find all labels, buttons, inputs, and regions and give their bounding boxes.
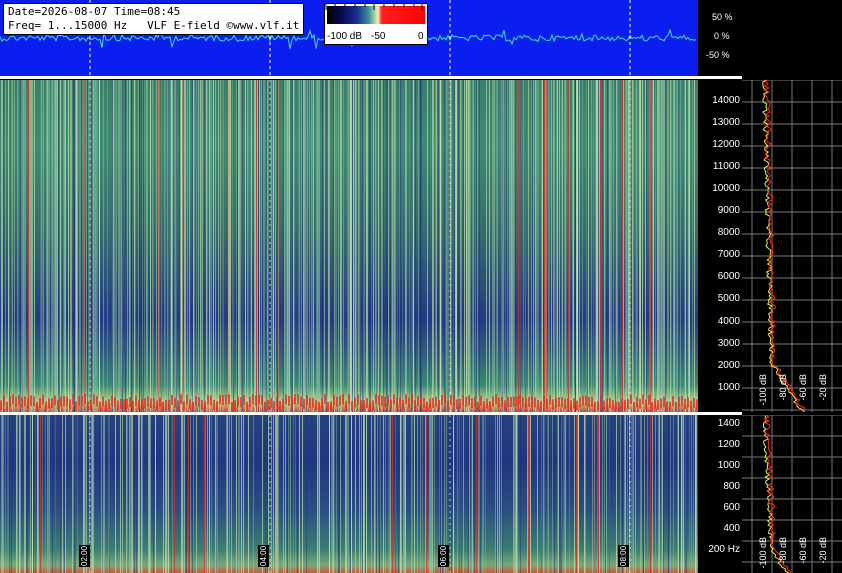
info-box: Date=2026-08-07 Time=08:45 Freq= 1...150… [3, 3, 305, 35]
freq-label: 1400 [717, 418, 740, 429]
divider-top [0, 76, 742, 79]
spectrum-profile-main: -100 dB -80 dB -60 dB -20 dB [742, 80, 842, 412]
time-label-0200: 02:00 [79, 545, 90, 567]
db-label: -100 dB [758, 537, 768, 569]
db-label: -60 dB [798, 537, 808, 564]
freq-label: 600 [723, 502, 740, 513]
spectrogram-main [0, 80, 698, 412]
time-label-0800: 08:00 [618, 545, 629, 567]
db-label: -60 dB [798, 374, 808, 401]
freq-info-text: Freq= 1...15000 Hz VLF E-field ©www.vlf.… [8, 19, 300, 32]
spectrogram-lowfreq [0, 415, 698, 573]
db-label: -20 dB [818, 374, 828, 401]
freq-label: 1000 [717, 460, 740, 471]
time-label-0600: 06:00 [438, 545, 449, 567]
freq-label: 8000 [717, 227, 740, 238]
freq-label: 4000 [717, 316, 740, 327]
wave-label-plus50: 50 % [712, 12, 733, 22]
db-label: -100 dB [758, 374, 768, 406]
freq-label: 1200 [717, 439, 740, 450]
freq-axis-lowfreq: 1400 1200 1000 800 600 400 200 Hz [698, 415, 742, 573]
freq-label: 2000 [717, 360, 740, 371]
freq-label: 5000 [717, 293, 740, 304]
scale-label-max: 0 [418, 31, 424, 42]
spectrogram-main-texture [0, 80, 698, 412]
freq-label: 13000 [712, 117, 740, 128]
freq-label: 11000 [712, 161, 740, 172]
freq-label: 10000 [712, 183, 740, 194]
waveform-panel: Date=2026-08-07 Time=08:45 Freq= 1...150… [0, 0, 698, 76]
freq-label: 14000 [712, 95, 740, 106]
color-scale-legend: -100 dB -50 0 [324, 3, 428, 45]
freq-label: 7000 [717, 249, 740, 260]
wave-label-zero: 0 % [714, 31, 730, 41]
wave-label-minus50: -50 % [706, 50, 730, 60]
freq-label: 200 Hz [708, 544, 740, 555]
scale-label-min: -100 dB [327, 31, 363, 42]
db-label: -80 dB [778, 374, 788, 401]
freq-label: 3000 [717, 338, 740, 349]
date-time-text: Date=2026-08-07 Time=08:45 [8, 5, 181, 18]
freq-axis-main: 14000 13000 12000 11000 10000 9000 8000 … [698, 80, 742, 412]
scale-label-mid: -50 [371, 31, 386, 42]
freq-label: 400 [723, 523, 740, 534]
spectrogram-lowfreq-texture [1, 415, 697, 573]
db-label: -20 dB [818, 537, 828, 564]
spectrum-profile-main-plot [742, 80, 842, 412]
time-label-0400: 04:00 [258, 545, 269, 567]
spectrum-profile-lowfreq: -100 dB -80 dB -60 dB -20 dB [742, 415, 842, 573]
freq-label: 1000 [717, 382, 740, 393]
color-scale-ticks [325, 4, 423, 10]
freq-label: 6000 [717, 271, 740, 282]
freq-label: 9000 [717, 205, 740, 216]
freq-label: 12000 [712, 139, 740, 150]
freq-label: 800 [723, 481, 740, 492]
db-label: -80 dB [778, 537, 788, 564]
